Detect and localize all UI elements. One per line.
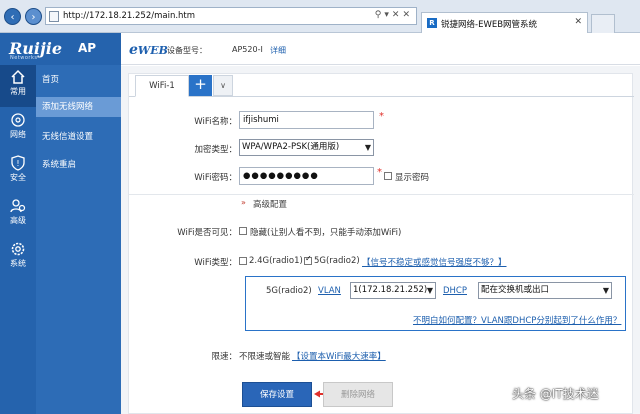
- arrow-left-icon[interactable]: ‹: [4, 8, 21, 25]
- app-header: Ruijie Networks AP eWEB 设备型号： AP520-I 详细: [0, 33, 640, 65]
- dhcp-select[interactable]: 配在交换机或出口 ▼: [478, 282, 612, 299]
- required-mark: *: [377, 167, 382, 178]
- wifi-panel: WiFi-1 + ∨ WiFi名称： ifjishumi * 加密类型： WPA…: [128, 73, 634, 414]
- radio2-label: 5G(radio2): [314, 256, 360, 266]
- dhcp-link[interactable]: DHCP: [443, 286, 467, 296]
- detail-link[interactable]: 详细: [270, 45, 286, 56]
- main-nav: 常用 网络 ! 安全 高级 系统: [0, 65, 36, 414]
- radio1-checkbox[interactable]: [239, 257, 247, 265]
- speed-limit-label: 限速：: [211, 352, 237, 362]
- home-icon: [11, 69, 25, 84]
- show-password-checkbox[interactable]: [384, 172, 392, 180]
- signal-help-link[interactable]: 【信号不稳定或感觉信号强度不够？】: [362, 256, 507, 268]
- password-label: WiFi密码：: [194, 173, 237, 183]
- required-mark: *: [379, 111, 384, 122]
- main-content: WiFi-1 + ∨ WiFi名称： ifjishumi * 加密类型： WPA…: [121, 66, 640, 414]
- password-input[interactable]: ●●●●●●●●●: [239, 167, 374, 185]
- save-button[interactable]: 保存设置: [242, 382, 312, 407]
- gear-icon: [11, 242, 25, 256]
- svg-text:!: !: [16, 159, 19, 168]
- delete-network-button[interactable]: 删除网络: [323, 382, 393, 407]
- nav-label: 安全: [10, 173, 26, 182]
- address-bar[interactable]: http://172.18.21.252/main.htm ⚲▾✕✕: [45, 7, 417, 25]
- nav-common[interactable]: 常用: [0, 65, 36, 107]
- chevron-down-icon: ▼: [426, 286, 433, 295]
- chevron-down-icon[interactable]: ∨: [213, 75, 233, 96]
- wifi-tabs: WiFi-1 + ∨: [129, 74, 634, 97]
- close-icon[interactable]: ✕: [574, 17, 582, 27]
- nav-label: 高级: [10, 216, 26, 225]
- users-icon: [10, 199, 26, 213]
- speed-limit-link[interactable]: 【设置本WiFi最大速率】: [292, 350, 386, 362]
- nav-security[interactable]: ! 安全: [0, 151, 36, 193]
- visible-label: WiFi是否可见：: [177, 228, 237, 238]
- ssid-input[interactable]: ifjishumi: [239, 111, 374, 129]
- brand-area: Ruijie Networks AP: [0, 33, 121, 65]
- chevron-double-down-icon[interactable]: »: [241, 198, 246, 207]
- chevron-down-icon: ▼: [364, 143, 371, 152]
- nav-label: 常用: [10, 87, 26, 96]
- sub-nav: 首页 添加无线网络 无线信道设置 系统重启: [36, 65, 121, 414]
- sidebar-item-reboot[interactable]: 系统重启: [36, 155, 121, 175]
- radio-config-label: 5G(radio2): [266, 286, 312, 296]
- sidebar-item-home[interactable]: 首页: [36, 70, 121, 90]
- nav-system[interactable]: 系统: [0, 237, 36, 279]
- watermark: 头条 @IT技术迷: [512, 387, 599, 401]
- encryption-label: 加密类型：: [194, 145, 237, 155]
- site-favicon: R: [427, 18, 437, 28]
- radio1-label: 2.4G(radio1): [249, 256, 303, 266]
- eweb-logo: eWEB: [129, 42, 168, 58]
- encryption-value: WPA/WPA2-PSK(通用版): [242, 142, 340, 152]
- url-text[interactable]: http://172.18.21.252/main.htm: [63, 11, 195, 21]
- vlan-select[interactable]: 1(172.18.21.252) ▼: [350, 282, 436, 299]
- nav-label: 系统: [10, 259, 26, 268]
- arrow-right-icon[interactable]: ›: [25, 8, 42, 25]
- product-name: AP: [78, 41, 97, 55]
- radio-config-box: 5G(radio2) VLAN 1(172.18.21.252) ▼ DHCP …: [245, 276, 626, 331]
- new-tab-button[interactable]: [591, 14, 615, 33]
- sidebar-item-channel[interactable]: 无线信道设置: [36, 127, 121, 147]
- nav-network[interactable]: 网络: [0, 108, 36, 150]
- nav-advanced[interactable]: 高级: [0, 194, 36, 236]
- chevron-down-icon: ▼: [602, 286, 609, 295]
- advanced-toggle[interactable]: 高级配置: [253, 198, 287, 210]
- globe-icon: [11, 113, 25, 127]
- hidden-checkbox[interactable]: [239, 227, 247, 235]
- vlan-value: 1(172.18.21.252): [353, 285, 428, 295]
- tab-title: 锐捷网络-EWEB网管系统: [441, 20, 538, 30]
- add-wifi-button[interactable]: +: [189, 75, 212, 96]
- show-password-label: 显示密码: [395, 173, 430, 183]
- vlan-dhcp-help-link[interactable]: 不明白如何配置？VLAN跟DHCP分别起到了什么作用？: [413, 314, 621, 326]
- device-model: AP520-I: [232, 45, 263, 54]
- tab-wifi-1[interactable]: WiFi-1: [135, 75, 189, 97]
- address-tools-icons[interactable]: ⚲▾✕✕: [375, 10, 413, 20]
- browser-toolbar: ‹ › http://172.18.21.252/main.htm ⚲▾✕✕ R…: [0, 0, 640, 33]
- radio2-checkbox[interactable]: [304, 254, 312, 265]
- encryption-select[interactable]: WPA/WPA2-PSK(通用版) ▼: [239, 139, 374, 156]
- wifi-type-label: WiFi类型：: [194, 258, 237, 268]
- dhcp-value: 配在交换机或出口: [481, 285, 550, 295]
- browser-tab[interactable]: R 锐捷网络-EWEB网管系统 ✕: [421, 12, 588, 33]
- shield-icon: !: [11, 155, 25, 171]
- divider: [129, 194, 634, 195]
- ssid-label: WiFi名称：: [194, 117, 237, 127]
- page-icon: [49, 11, 59, 22]
- brand-sub: Networks: [10, 55, 38, 61]
- nav-label: 网络: [10, 130, 26, 139]
- hidden-label: 隐藏(让别人看不到，只能手动添加WiFi): [250, 228, 402, 238]
- vlan-link[interactable]: VLAN: [318, 286, 341, 296]
- device-label: 设备型号：: [167, 46, 207, 55]
- speed-limit-value: 不限速或智能: [239, 352, 291, 362]
- sidebar-item-add-wifi[interactable]: 添加无线网络: [36, 97, 121, 117]
